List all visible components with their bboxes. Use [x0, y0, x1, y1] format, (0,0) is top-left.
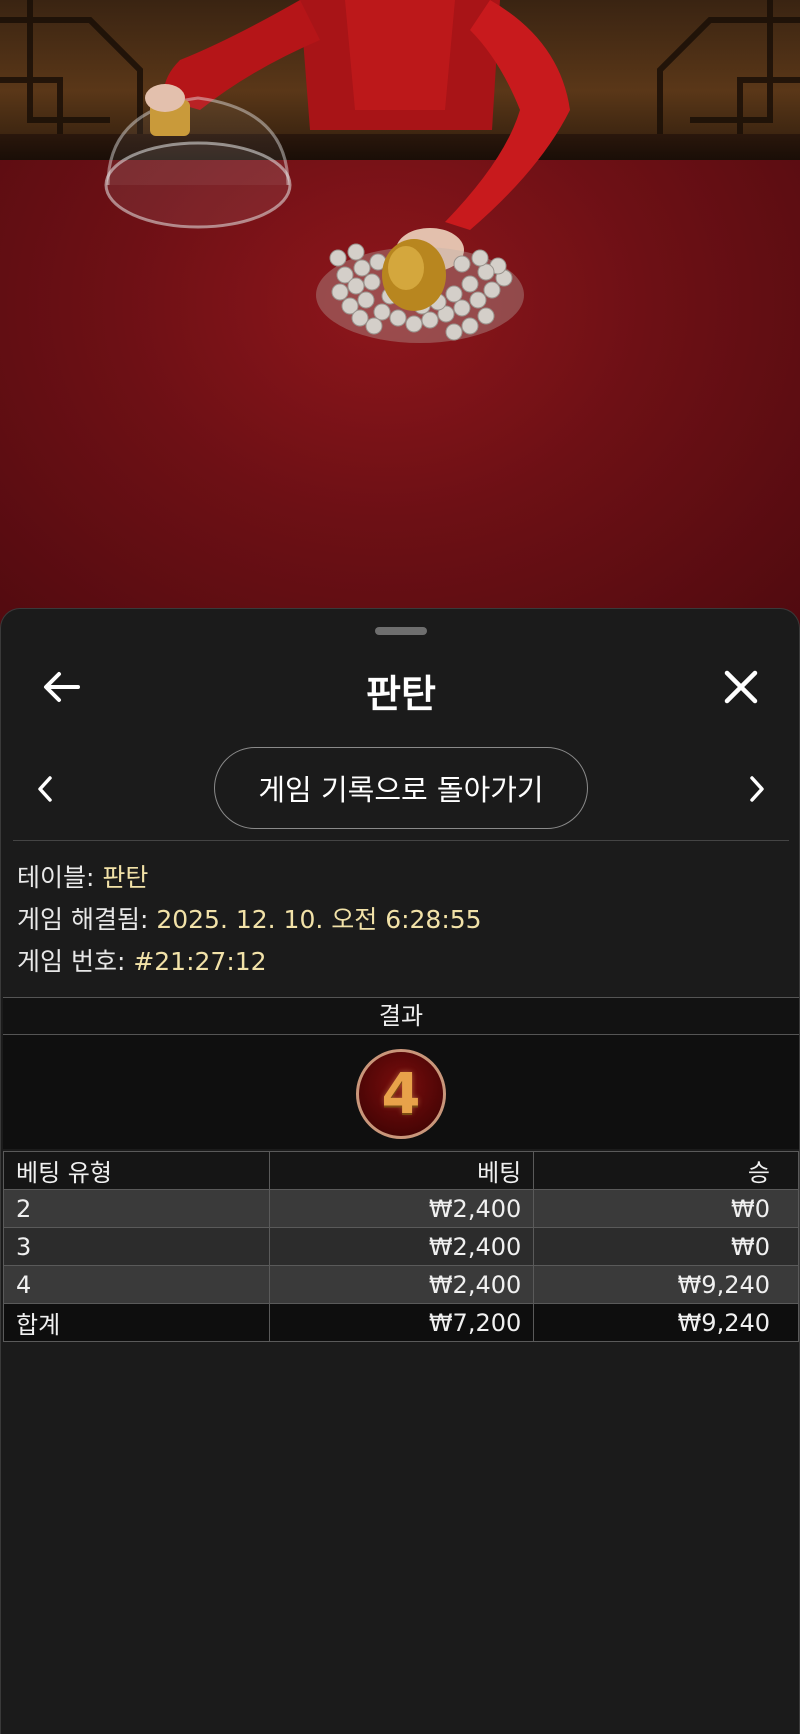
chevron-left-icon	[38, 776, 52, 802]
total-bet-cell: ₩7,200	[268, 1303, 535, 1342]
game-number-value: #21:27:12	[133, 947, 267, 976]
dealer-and-props	[104, 0, 570, 343]
resolved-value: 2025. 12. 10. 오전 6:28:55	[156, 905, 482, 934]
table-row: 3 ₩2,400 ₩0	[3, 1227, 799, 1266]
result-panel: 4	[3, 1035, 799, 1149]
next-game-button[interactable]	[737, 767, 777, 811]
history-detail-sheet: 판탄 게임 기록으로 돌아가기 테이블: 판탄 게임 해결됨: 2025. 12…	[0, 608, 800, 1734]
sheet-header: 판탄	[1, 649, 800, 723]
win-amount-cell: ₩9,240	[533, 1265, 799, 1304]
bets-table-header: 베팅 유형 베팅 승	[3, 1151, 799, 1190]
bet-type-cell: 3	[3, 1227, 270, 1266]
bet-amount-cell: ₩2,400	[268, 1227, 535, 1266]
col-bet-type: 베팅 유형	[3, 1151, 270, 1190]
game-navigation: 게임 기록으로 돌아가기	[1, 747, 800, 831]
win-amount-cell: ₩0	[533, 1189, 799, 1228]
total-label-cell: 합계	[3, 1303, 270, 1342]
table-label: 테이블:	[17, 863, 103, 892]
bet-type-cell: 2	[3, 1189, 270, 1228]
game-number-row: 게임 번호: #21:27:12	[17, 941, 787, 983]
bet-type-cell: 4	[3, 1265, 270, 1304]
table-info-row: 테이블: 판탄	[17, 857, 787, 899]
table-row: 4 ₩2,400 ₩9,240	[3, 1265, 799, 1304]
chevron-right-icon	[750, 776, 764, 802]
col-win: 승	[533, 1151, 799, 1190]
win-amount-cell: ₩0	[533, 1227, 799, 1266]
page-title: 판탄	[366, 672, 436, 716]
result-header: 결과	[3, 997, 799, 1035]
game-number-label: 게임 번호:	[17, 947, 134, 976]
live-video-feed	[0, 0, 800, 640]
table-value: 판탄	[102, 863, 149, 892]
result-value: 4	[381, 1061, 421, 1127]
sheet-drag-handle[interactable]	[375, 627, 427, 635]
back-to-history-button[interactable]: 게임 기록으로 돌아가기	[214, 747, 588, 829]
table-row: 2 ₩2,400 ₩0	[3, 1189, 799, 1228]
bet-amount-cell: ₩2,400	[268, 1189, 535, 1228]
game-info: 테이블: 판탄 게임 해결됨: 2025. 12. 10. 오전 6:28:55…	[17, 857, 787, 983]
close-button[interactable]	[717, 665, 765, 709]
resolved-info-row: 게임 해결됨: 2025. 12. 10. 오전 6:28:55	[17, 899, 787, 941]
previous-game-button[interactable]	[25, 767, 65, 811]
close-icon	[724, 670, 758, 704]
col-bet: 베팅	[268, 1151, 535, 1190]
bets-table: 베팅 유형 베팅 승 2 ₩2,400 ₩0 3 ₩2,400 ₩0 4 ₩2,…	[3, 1151, 799, 1342]
bet-amount-cell: ₩2,400	[268, 1265, 535, 1304]
resolved-label: 게임 해결됨:	[17, 905, 157, 934]
total-win-cell: ₩9,240	[533, 1303, 799, 1342]
dealer-left-arm	[164, 0, 320, 110]
divider	[13, 840, 789, 841]
total-row: 합계 ₩7,200 ₩9,240	[3, 1303, 799, 1342]
result-badge: 4	[356, 1049, 446, 1139]
